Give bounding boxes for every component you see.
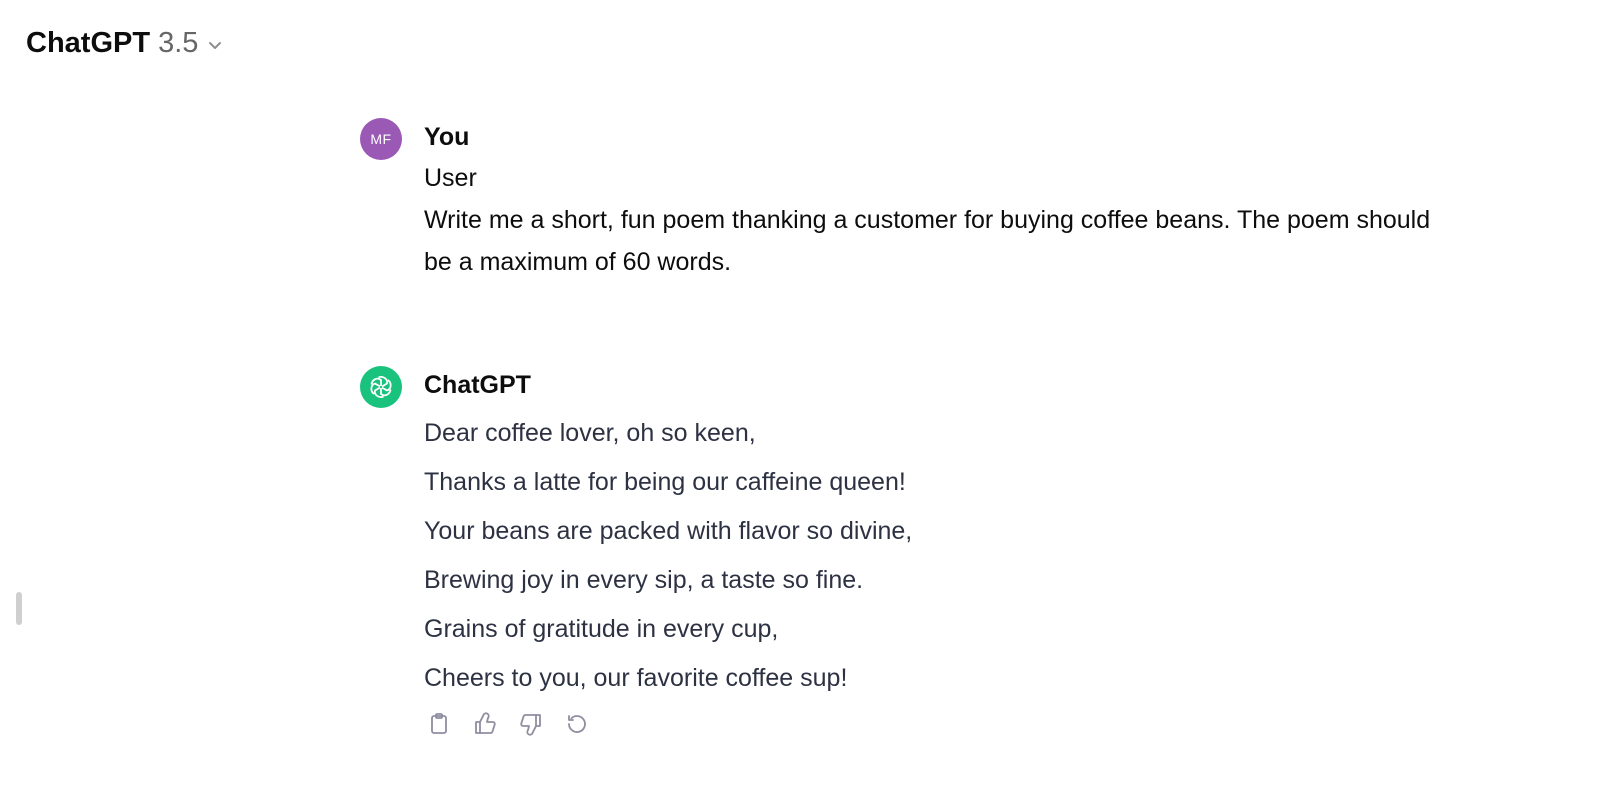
thumbs-up-icon (475, 712, 496, 734)
poem-line: Cheers to you, our favorite coffee sup! (424, 664, 848, 692)
poem-line: Dear coffee lover, oh so keen, (424, 419, 756, 447)
avatar: MF (360, 118, 402, 160)
message-text: User (424, 164, 477, 192)
message-text: Write me a short, fun poem thanking a cu… (424, 206, 1431, 276)
message-actions (424, 709, 1480, 739)
assistant-message: ChatGPT Dear coffee lover, oh so keen, T… (360, 366, 1480, 739)
poem-line: Thanks a latte for being our caffeine qu… (424, 468, 906, 496)
poem-line: Grains of gratitude in every cup, (424, 615, 779, 643)
avatar-initials: MF (370, 131, 392, 147)
regenerate-icon (568, 715, 586, 733)
poem-line: Brewing joy in every sip, a taste so fin… (424, 566, 864, 594)
poem: Dear coffee lover, oh so keen, Thanks a … (424, 409, 1480, 703)
regenerate-button[interactable] (562, 709, 592, 739)
clipboard-icon (431, 713, 447, 734)
scroll-handle[interactable] (16, 592, 22, 625)
thumbs-down-icon (520, 714, 541, 736)
user-message: MF You User Write me a short, fun poem t… (360, 118, 1480, 283)
chat-page: ChatGPT 3.5 MF You User Write me a short… (0, 0, 1600, 797)
model-selector[interactable]: ChatGPT 3.5 (26, 24, 224, 62)
thumbs-down-button[interactable] (516, 709, 546, 739)
model-version: 3.5 (158, 27, 199, 59)
message-body: ChatGPT Dear coffee lover, oh so keen, T… (424, 366, 1480, 739)
thumbs-up-button[interactable] (470, 709, 500, 739)
chevron-down-icon (206, 36, 224, 54)
message-author: ChatGPT (424, 371, 531, 399)
poem-line: Your beans are packed with flavor so div… (424, 517, 913, 545)
model-name: ChatGPT (26, 27, 151, 59)
openai-logo-icon (360, 366, 402, 408)
message-author: You (424, 123, 470, 151)
message-body: You User Write me a short, fun poem than… (424, 118, 1480, 283)
copy-button[interactable] (424, 709, 454, 739)
